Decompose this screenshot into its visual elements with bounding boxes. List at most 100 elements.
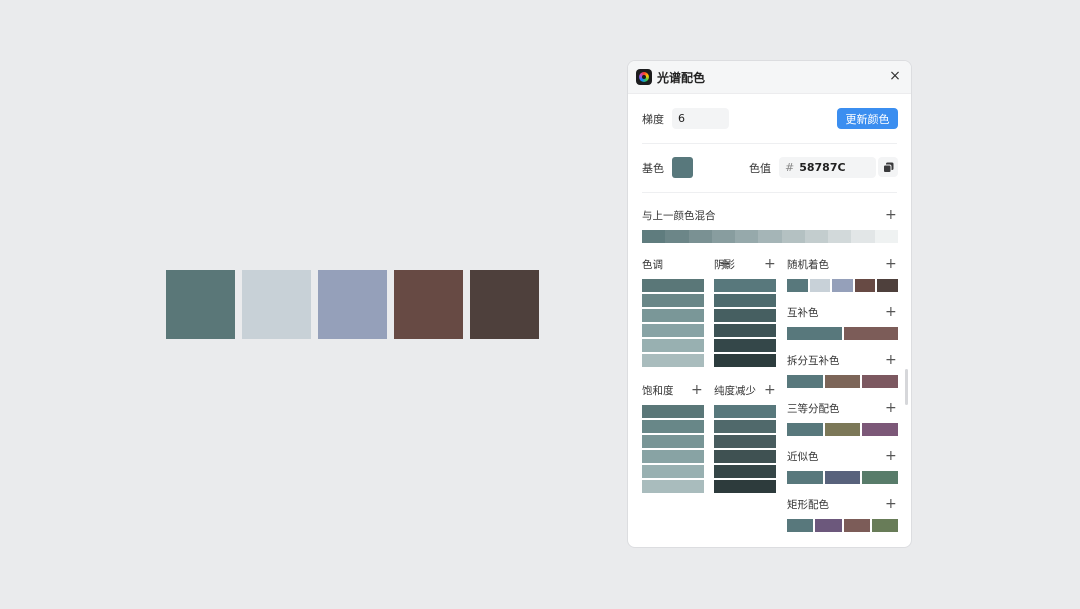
saturation-swatch[interactable] [642, 420, 704, 433]
split-complementary-swatch[interactable] [824, 375, 861, 388]
gradient-label: 梯度 [642, 112, 664, 126]
mix-swatch[interactable] [642, 230, 666, 243]
hue-swatch[interactable] [642, 324, 704, 337]
split-complementary-swatch[interactable] [862, 375, 898, 388]
add-saturation-plus-icon[interactable]: + [691, 383, 703, 397]
triadic-row [787, 423, 898, 436]
tetradic-swatch[interactable] [815, 519, 842, 532]
saturation-swatch[interactable] [642, 465, 704, 478]
hue-swatch[interactable] [642, 294, 704, 307]
canvas-color-swatch[interactable] [394, 270, 463, 339]
color-value-input[interactable]: # 58787C [779, 157, 876, 178]
add-mix-plus-icon[interactable]: + [885, 208, 897, 222]
complementary-swatch[interactable] [787, 327, 842, 340]
saturation-swatch[interactable] [642, 480, 704, 493]
desaturate-swatch[interactable] [714, 480, 776, 493]
add-complementary-plus-icon[interactable]: + [885, 305, 897, 319]
triadic-swatch[interactable] [787, 423, 823, 436]
hue-swatch[interactable] [642, 309, 704, 322]
random-swatch[interactable] [854, 279, 876, 292]
panel-title: 光谱配色 [657, 70, 706, 85]
mix-swatch[interactable] [711, 230, 736, 243]
random-row [787, 279, 898, 292]
desaturate-swatch[interactable] [714, 420, 776, 433]
desaturate-swatch[interactable] [714, 405, 776, 418]
complementary-row [787, 327, 898, 340]
canvas-swatch-row [166, 270, 539, 339]
split-complementary-label: 拆分互补色 [787, 355, 840, 367]
update-colors-button[interactable]: 更新颜色 [837, 108, 898, 129]
desaturate-label: 纯度减少 [714, 385, 756, 397]
panel-titlebar: 光谱配色 × [628, 61, 911, 94]
saturation-stack [642, 405, 704, 495]
shadow-swatch[interactable] [714, 309, 776, 322]
add-triadic-plus-icon[interactable]: + [885, 401, 897, 415]
mix-swatch[interactable] [758, 230, 782, 243]
saturation-swatch[interactable] [642, 450, 704, 463]
add-tetradic-plus-icon[interactable]: + [885, 497, 897, 511]
shadow-swatch[interactable] [714, 339, 776, 352]
triadic-swatch[interactable] [862, 423, 898, 436]
saturation-swatch[interactable] [642, 435, 704, 448]
mix-swatch[interactable] [735, 230, 759, 243]
shadow-swatch[interactable] [714, 279, 776, 292]
mix-swatch[interactable] [781, 230, 805, 243]
base-color-label: 基色 [642, 161, 664, 175]
desaturate-swatch[interactable] [714, 465, 776, 478]
saturation-swatch[interactable] [642, 405, 704, 418]
analogous-swatch[interactable] [787, 471, 823, 484]
tetradic-swatch[interactable] [871, 519, 898, 532]
desaturate-swatch[interactable] [714, 435, 776, 448]
mix-swatch[interactable] [804, 230, 829, 243]
analogous-swatch[interactable] [862, 471, 898, 484]
complementary-label: 互补色 [787, 307, 819, 319]
shadow-swatch[interactable] [714, 354, 776, 367]
random-swatch[interactable] [877, 279, 898, 292]
triadic-swatch[interactable] [824, 423, 861, 436]
triadic-label: 三等分配色 [787, 403, 840, 415]
mix-swatch[interactable] [851, 230, 875, 243]
canvas-color-swatch[interactable] [242, 270, 311, 339]
shadow-swatch[interactable] [714, 324, 776, 337]
hue-swatch[interactable] [642, 279, 704, 292]
canvas-color-swatch[interactable] [318, 270, 387, 339]
add-shadow-plus-icon[interactable]: + [764, 257, 776, 271]
color-value-label: 色值 [749, 161, 771, 175]
gradient-input[interactable]: 6 [672, 108, 729, 129]
canvas-color-swatch[interactable] [166, 270, 235, 339]
desaturate-stack [714, 405, 776, 495]
divider [642, 143, 897, 144]
mix-swatch[interactable] [665, 230, 689, 243]
saturation-label: 饱和度 [642, 385, 674, 397]
split-complementary-row [787, 375, 898, 388]
mix-swatch[interactable] [688, 230, 712, 243]
mix-swatch[interactable] [874, 230, 898, 243]
base-color-swatch[interactable] [672, 157, 693, 178]
tetradic-swatch[interactable] [787, 519, 814, 532]
random-swatch[interactable] [787, 279, 808, 292]
add-desaturate-plus-icon[interactable]: + [764, 383, 776, 397]
random-swatch[interactable] [809, 279, 831, 292]
hue-swatch[interactable] [642, 339, 704, 352]
tetradic-swatch[interactable] [843, 519, 870, 532]
split-complementary-swatch[interactable] [787, 375, 823, 388]
scrollbar[interactable] [905, 369, 908, 405]
complementary-swatch[interactable] [843, 327, 898, 340]
spectrum-palette-panel: 光谱配色 × 梯度 6 更新颜色 基色 色值 # 58787C 与上一颜色混合 … [627, 60, 912, 548]
shadow-stack [714, 279, 776, 369]
mix-swatch[interactable] [828, 230, 852, 243]
analogous-label: 近似色 [787, 451, 819, 463]
hue-swatch[interactable] [642, 354, 704, 367]
add-random-plus-icon[interactable]: + [885, 257, 897, 271]
desaturate-swatch[interactable] [714, 450, 776, 463]
analogous-swatch[interactable] [824, 471, 861, 484]
canvas-color-swatch[interactable] [470, 270, 539, 339]
copy-button[interactable] [878, 157, 898, 177]
mix-gradient-bar [642, 230, 898, 243]
random-label: 随机着色 [787, 259, 829, 271]
add-split-plus-icon[interactable]: + [885, 353, 897, 367]
random-swatch[interactable] [832, 279, 853, 292]
shadow-swatch[interactable] [714, 294, 776, 307]
close-icon[interactable]: × [888, 69, 902, 83]
add-analogous-plus-icon[interactable]: + [885, 449, 897, 463]
